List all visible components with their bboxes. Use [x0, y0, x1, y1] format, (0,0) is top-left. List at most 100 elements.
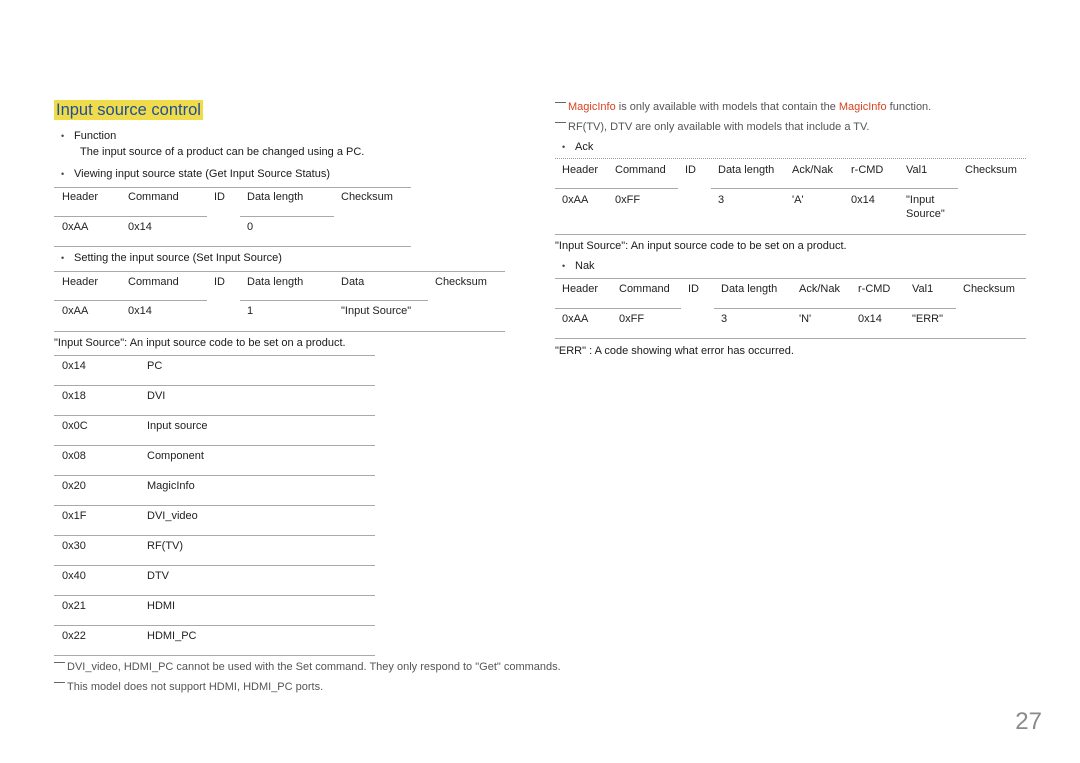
table-rule: [54, 445, 375, 446]
code-cell: 0x30: [62, 540, 86, 552]
table-rule: [54, 565, 375, 566]
magicinfo-highlight: MagicInfo: [568, 101, 616, 113]
table-header-cell: Header: [562, 283, 599, 295]
ack-description: "Input Source": An input source code to …: [555, 240, 847, 252]
source-name-cell: HDMI: [147, 600, 176, 612]
note-text: function.: [886, 101, 932, 113]
note-dvi-video: DVI_video, HDMI_PC cannot be used with t…: [54, 660, 561, 674]
note-text: RF(TV), DTV are only available with mode…: [568, 121, 870, 133]
table-rule: [555, 308, 681, 309]
table-rule: [54, 595, 375, 596]
table-rule: [54, 475, 375, 476]
source-name-cell: DVI: [147, 390, 166, 402]
table-rule: [555, 338, 1026, 339]
table-header-cell: Val1: [912, 283, 934, 295]
table-cell: 0x14: [858, 313, 882, 325]
ack-bullet: • Ack: [555, 140, 593, 154]
table-cell: 3: [718, 194, 725, 206]
table-cell: 0xAA: [62, 221, 89, 233]
table-cell: 0x14: [851, 194, 875, 206]
table-header-cell: Checksum: [435, 276, 487, 288]
table-header-cell: r-CMD: [858, 283, 891, 295]
source-name-cell: Input source: [147, 420, 208, 432]
function-description: The input source of a product can be cha…: [80, 146, 365, 158]
table-rule: [54, 505, 375, 506]
note-mark-icon: [555, 122, 566, 123]
table-header-cell: ID: [688, 283, 699, 295]
get-label: Viewing input source state (Get Input So…: [74, 168, 330, 180]
table-header-cell: Header: [62, 276, 99, 288]
note-text: is only available with models that conta…: [615, 101, 839, 113]
code-cell: 0x40: [62, 570, 86, 582]
table-rule: [240, 216, 334, 217]
note-text: This model does not support HDMI, HDMI_P…: [67, 681, 324, 693]
table-header-cell: ID: [214, 276, 225, 288]
input-source-description: "Input Source": An input source code to …: [54, 337, 346, 349]
table-rule: [555, 234, 1026, 235]
table-header-cell: Command: [128, 276, 179, 288]
table-header-cell: Val1: [906, 164, 928, 176]
table-header-cell: Command: [615, 164, 666, 176]
nak-description: "ERR" : A code showing what error has oc…: [555, 345, 794, 357]
table-header-cell: Command: [128, 191, 179, 203]
table-rule: [711, 188, 958, 189]
code-cell: 0x20: [62, 480, 86, 492]
bullet-icon: •: [61, 253, 65, 263]
table-rule: [54, 535, 375, 536]
code-cell: 0x08: [62, 450, 86, 462]
get-bullet: • Viewing input source state (Get Input S…: [54, 167, 330, 181]
table-cell: 1: [247, 305, 254, 317]
table-header-cell: ID: [685, 164, 696, 176]
code-cell: 0x22: [62, 630, 86, 642]
table-header-cell: Data length: [247, 276, 304, 288]
table-cell: 0xAA: [62, 305, 89, 317]
source-name-cell: RF(TV): [147, 540, 184, 552]
table-rule: [555, 158, 1026, 159]
table-header-cell: Checksum: [341, 191, 393, 203]
table-rule: [54, 385, 375, 386]
table-header-cell: Data length: [247, 191, 304, 203]
bullet-icon: •: [61, 169, 65, 179]
table-header-cell: Ack/Nak: [799, 283, 840, 295]
bullet-icon: •: [562, 261, 566, 271]
source-name-cell: MagicInfo: [147, 480, 195, 492]
table-rule: [54, 355, 375, 356]
table-header-cell: Checksum: [965, 164, 1017, 176]
table-cell: 0xFF: [615, 194, 641, 206]
page-title: Input source control: [54, 100, 203, 120]
ack-label: Ack: [575, 141, 594, 153]
code-cell: 0x0C: [62, 420, 88, 432]
table-cell: 0x14: [128, 305, 152, 317]
table-rule: [54, 300, 207, 301]
table-cell: 0: [247, 221, 254, 233]
table-rule: [240, 300, 428, 301]
table-header-cell: r-CMD: [851, 164, 884, 176]
table-cell: "ERR": [912, 313, 944, 325]
table-rule: [54, 216, 207, 217]
note-mark-icon: [54, 682, 65, 683]
note-text: DVI_video, HDMI_PC cannot be used with t…: [67, 661, 561, 673]
table-cell: 'N': [799, 313, 812, 325]
note-magicinfo: MagicInfo is only available with models …: [555, 100, 931, 114]
magicinfo-highlight: MagicInfo: [838, 101, 887, 113]
table-rule: [54, 271, 505, 272]
bullet-icon: •: [61, 131, 65, 141]
function-bullet: • Function: [54, 129, 116, 143]
set-label: Setting the input source (Set Input Sour…: [74, 252, 282, 264]
table-header-cell: Data: [341, 276, 365, 288]
table-header-cell: Data length: [721, 283, 778, 295]
table-rule: [54, 246, 411, 247]
page-number: 27: [1015, 708, 1042, 735]
source-name-cell: DVI_video: [147, 510, 198, 522]
table-rule: [54, 655, 375, 656]
nak-bullet: • Nak: [555, 259, 595, 273]
table-rule: [54, 187, 411, 188]
code-cell: 0x18: [62, 390, 86, 402]
table-rule: [54, 331, 505, 332]
table-cell: 0x14: [128, 221, 152, 233]
note-rf-tv: RF(TV), DTV are only available with mode…: [555, 120, 869, 134]
table-header-cell: Data length: [718, 164, 775, 176]
table-cell: Source": [906, 208, 945, 220]
table-header-cell: Checksum: [963, 283, 1015, 295]
table-rule: [555, 188, 678, 189]
